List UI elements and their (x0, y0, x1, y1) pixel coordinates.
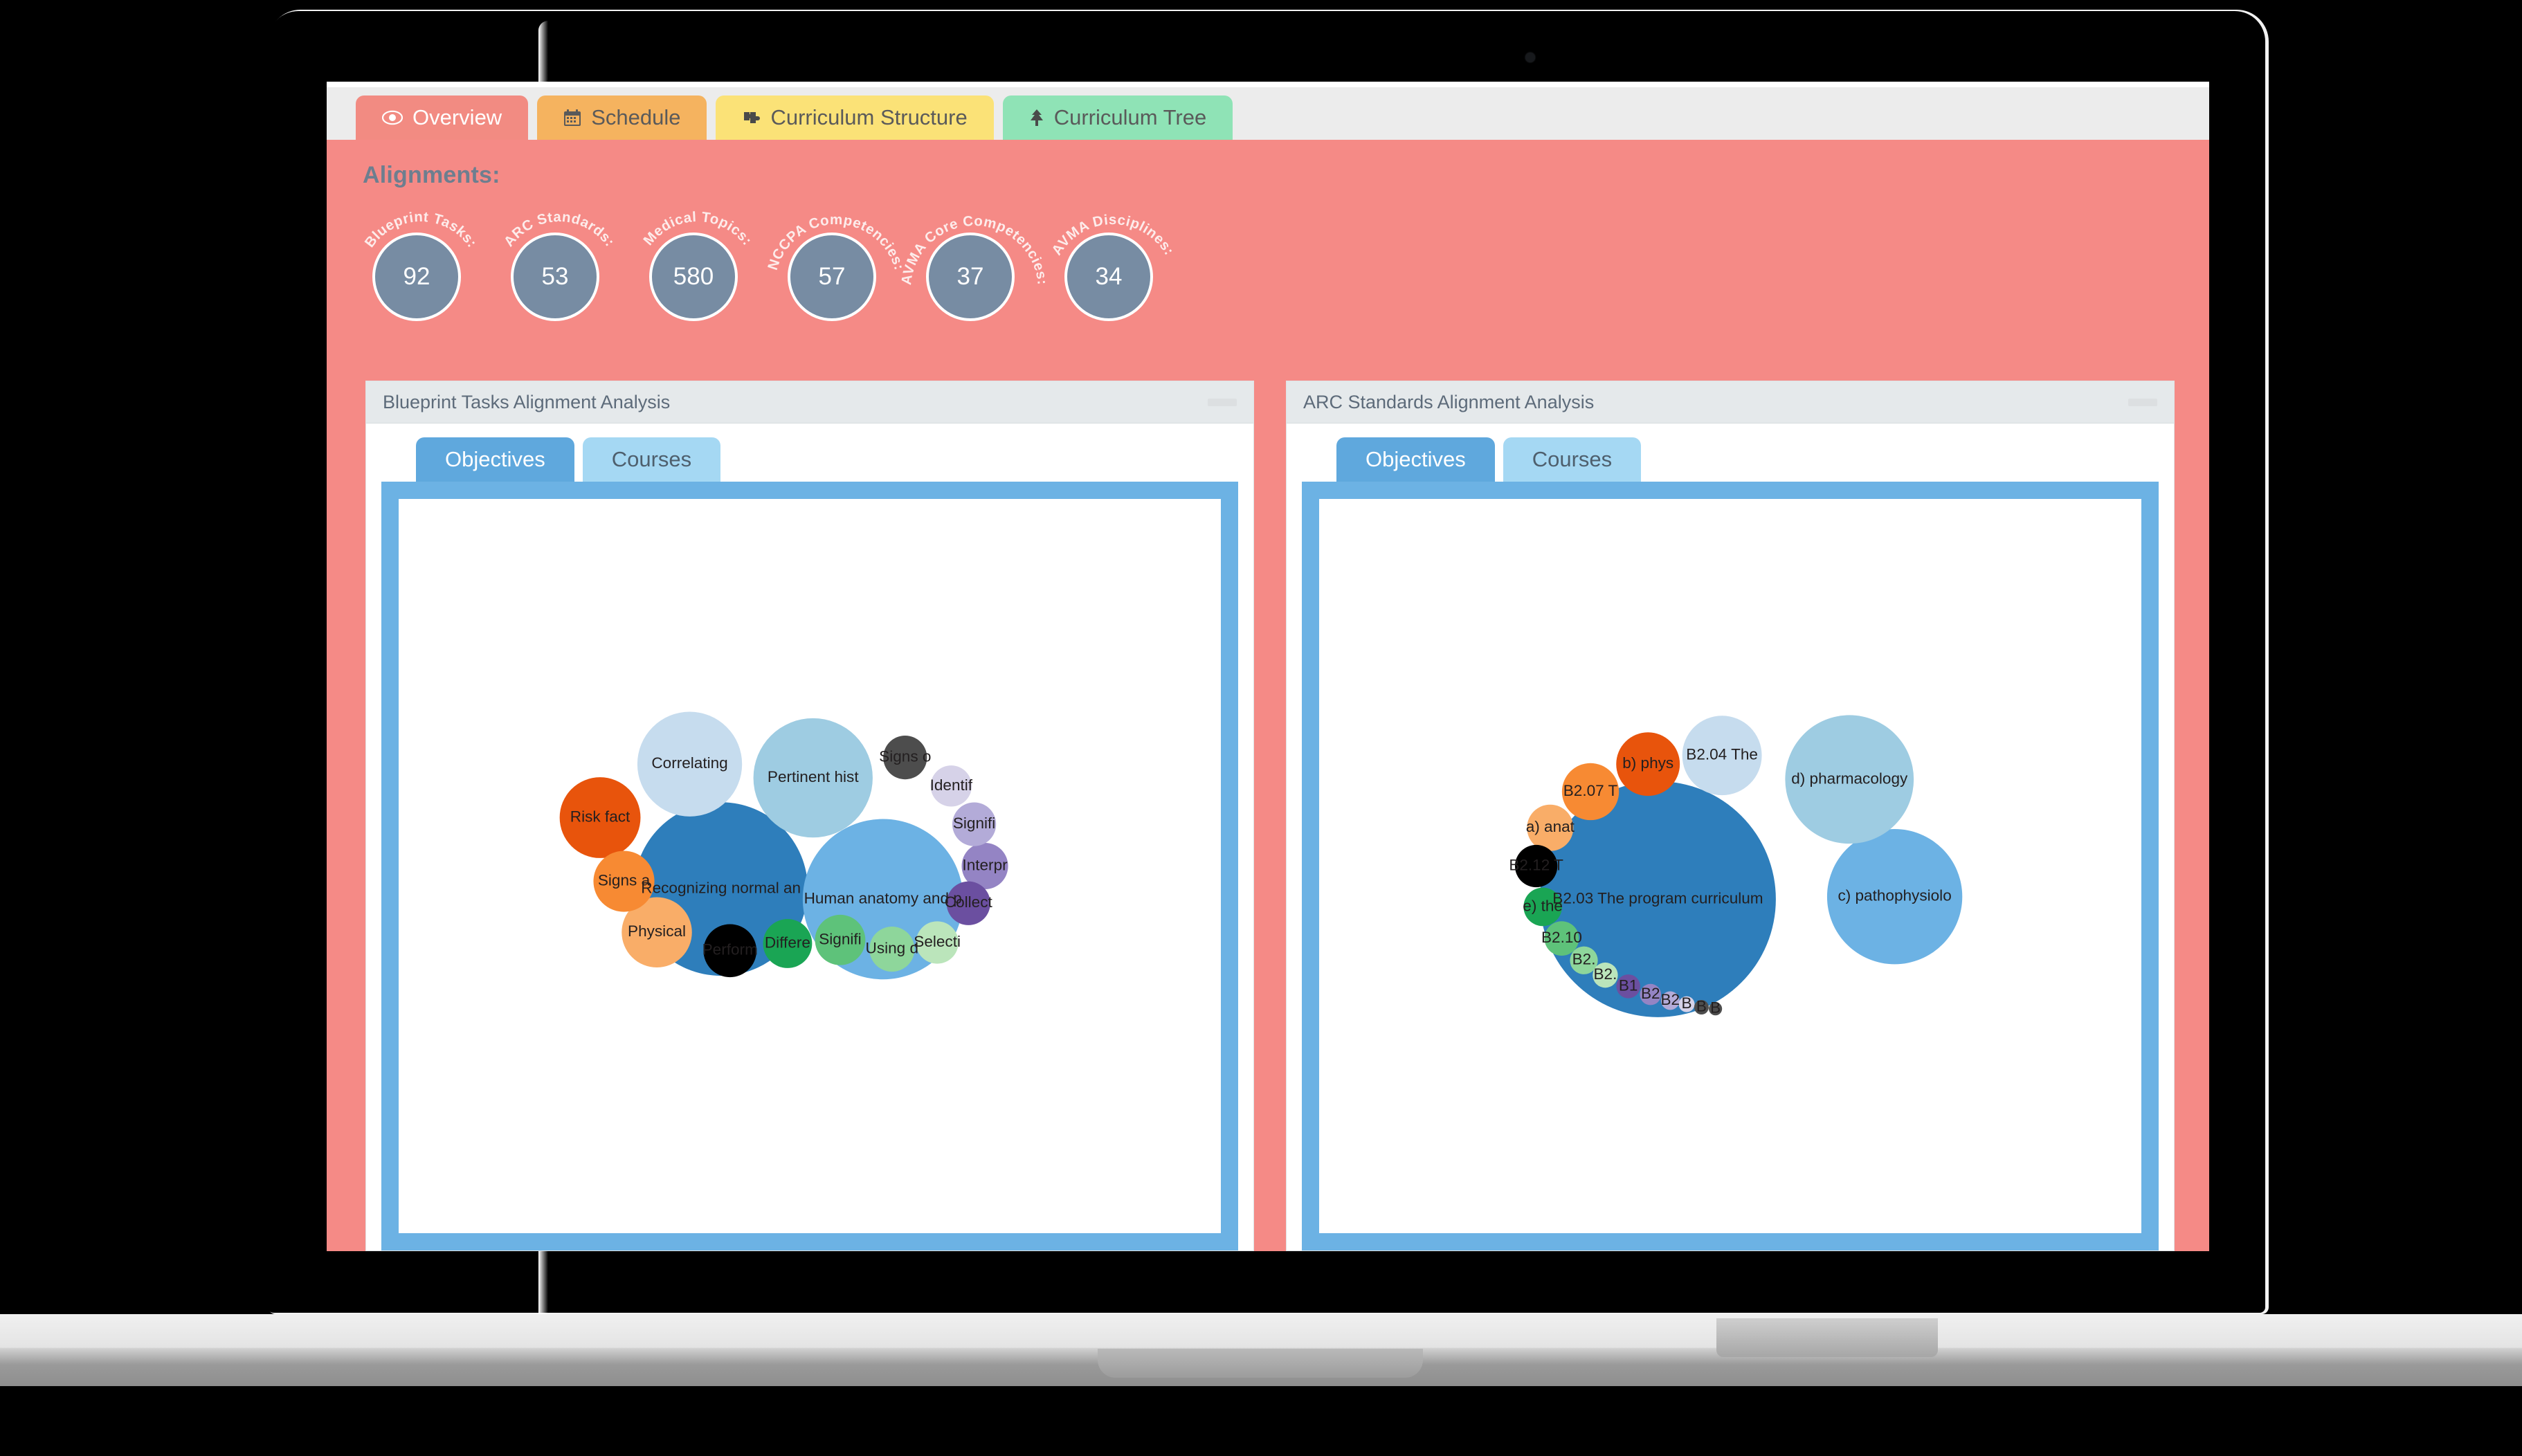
tab-courses[interactable]: Courses (1503, 437, 1642, 482)
web-app: Overview Schedule Curriculum Structure C… (327, 82, 2209, 1251)
bubble-label: B2.04 The (1686, 746, 1758, 763)
screenshot-root: Overview Schedule Curriculum Structure C… (0, 0, 2522, 1456)
alignment-stat-medical-topics[interactable]: Medical Topics: 580 (633, 198, 763, 326)
bubble-label: Signifi (819, 930, 861, 947)
bubble-label: Correlating (651, 754, 727, 772)
alignment-stat-value: 53 (511, 233, 599, 321)
bubble-label: Differe (765, 934, 810, 951)
panel-arc-standards: ARC Standards Alignment Analysis Objecti… (1286, 381, 2175, 1251)
laptop-base-notch (1098, 1349, 1423, 1378)
minimize-icon[interactable] (2128, 398, 2157, 406)
alignment-stat-blueprint-tasks[interactable]: Blueprint Tasks: 92 (356, 198, 486, 326)
puzzle-icon (742, 109, 761, 126)
panel-header: ARC Standards Alignment Analysis (1287, 381, 2174, 424)
minimize-icon[interactable] (1208, 398, 1237, 406)
calendar-icon (563, 109, 581, 127)
eye-icon (382, 110, 403, 125)
alignment-stat-value: 37 (926, 233, 1015, 321)
bubble-label: B2. (1572, 951, 1596, 968)
tab-schedule[interactable]: Schedule (537, 95, 707, 140)
bubble-label: Identif (930, 776, 973, 794)
bubble-label: B2 (1641, 985, 1660, 1002)
bubble-label: d) pharmacology (1791, 770, 1908, 787)
panel-tabs: Objectives Courses (381, 437, 1238, 482)
bubble-label: B1 (1619, 976, 1638, 994)
bubble-label: Signifi (953, 815, 995, 832)
alignment-stats-row: Blueprint Tasks: 92 ARC Standards: 53 Me… (356, 198, 1186, 326)
panel-body: Objectives Courses Recognizing normal an… (366, 424, 1253, 1250)
bubble-label: B (1696, 997, 1707, 1014)
tab-overview-label: Overview (412, 105, 502, 129)
bubble-label: Using d (866, 940, 919, 957)
panel-blueprint-tasks: Blueprint Tasks Alignment Analysis Objec… (365, 381, 1254, 1251)
bubble-label: B (1682, 994, 1692, 1012)
alignment-stat-nccpa-competencies[interactable]: NCCPA Competencies: 57 (765, 198, 907, 326)
bubble-label: B2.10 (1541, 929, 1582, 946)
bubble-label: Recognizing normal an (641, 880, 801, 897)
bubble-label: B2.12 T (1509, 856, 1563, 873)
bubble-chart-blueprint[interactable]: Recognizing normal an Human anatomy and p… (399, 499, 1221, 1233)
alignment-stat-arc-standards[interactable]: ARC Standards: 53 (494, 198, 624, 326)
alignment-stat-value: 34 (1064, 233, 1153, 321)
bubble-label: Interpr (962, 856, 1008, 873)
tab-pane: B2.03 The program curriculum c) pathophys… (1302, 482, 2159, 1250)
bubble-label: Human anatomy and p (804, 889, 962, 907)
webcam-icon (1525, 53, 1535, 62)
laptop-screen: Overview Schedule Curriculum Structure C… (327, 82, 2209, 1251)
panel-header: Blueprint Tasks Alignment Analysis (366, 381, 1253, 424)
bubble-chart-svg: B2.03 The program curriculum c) pathophys… (1509, 715, 1963, 1017)
tab-courses[interactable]: Courses (582, 437, 721, 482)
alignment-stat-value: 580 (649, 233, 738, 321)
bubble-label: c) pathophysiolo (1838, 887, 1951, 904)
panel-title: Blueprint Tasks Alignment Analysis (383, 391, 671, 412)
alignment-stat-value: 57 (788, 233, 876, 321)
tab-schedule-label: Schedule (591, 105, 681, 129)
analysis-panels: Blueprint Tasks Alignment Analysis Objec… (365, 381, 2175, 1251)
bubble-chart-svg: Recognizing normal anHuman anatomy and p… (559, 711, 1008, 980)
panel-tabs: Objectives Courses (1302, 437, 2159, 482)
alignment-stat-avma-core-competencies[interactable]: AVMA Core Competencies: 37 (898, 198, 1050, 326)
tab-pane: Recognizing normal an Human anatomy and p… (381, 482, 1238, 1250)
bubble-label: b) phys (1622, 754, 1673, 772)
tab-curriculum-structure[interactable]: Curriculum Structure (716, 95, 994, 140)
tab-curriculum-tree[interactable]: Curriculum Tree (1002, 95, 1233, 140)
tree-icon (1029, 109, 1044, 127)
alignment-stat-value: 92 (372, 233, 461, 321)
bubble-label: B2.07 T (1563, 782, 1618, 799)
browser-chrome-strip (327, 82, 2209, 87)
bubble-label: B2 (1660, 991, 1680, 1008)
bubble-label: Signs a (598, 872, 651, 889)
bubble-label: Selecti (914, 933, 961, 950)
alignment-stat-avma-disciplines[interactable]: AVMA Disciplines: 34 (1048, 198, 1178, 326)
bubble-label: Signs o (879, 748, 931, 765)
panel-body: Objectives Courses B2.03 The program cur… (1287, 424, 2174, 1250)
bubble-label: a) anat (1526, 818, 1575, 835)
bubble-label: Perform (702, 941, 758, 958)
bubble-label: Collect (945, 893, 993, 911)
bubble-label: e) the (1523, 897, 1563, 914)
tab-overview[interactable]: Overview (356, 95, 529, 140)
bubble-label: Risk fact (570, 808, 630, 825)
alignments-heading: Alignments: (363, 162, 500, 188)
tab-curriculum-structure-label: Curriculum Structure (770, 105, 968, 129)
bubble-label: B (1710, 999, 1721, 1017)
bubble-label: Pertinent hist (768, 768, 859, 785)
laptop-base-foot (1716, 1318, 1938, 1357)
main-tab-bar: Overview Schedule Curriculum Structure C… (327, 87, 2209, 140)
bubble-label: B2.03 The program curriculum (1552, 889, 1763, 907)
overview-panel: Alignments: Blueprint Tasks: 92 ARC Stan… (327, 140, 2209, 1251)
bubble-chart-arc[interactable]: B2.03 The program curriculum c) pathophys… (1319, 499, 2141, 1233)
tab-curriculum-tree-label: Curriculum Tree (1053, 105, 1207, 129)
bubble-label: B2. (1593, 965, 1617, 983)
bubble-label: Physical (628, 922, 686, 940)
tab-objectives[interactable]: Objectives (416, 437, 574, 482)
panel-title: ARC Standards Alignment Analysis (1303, 391, 1595, 412)
tab-objectives[interactable]: Objectives (1336, 437, 1495, 482)
